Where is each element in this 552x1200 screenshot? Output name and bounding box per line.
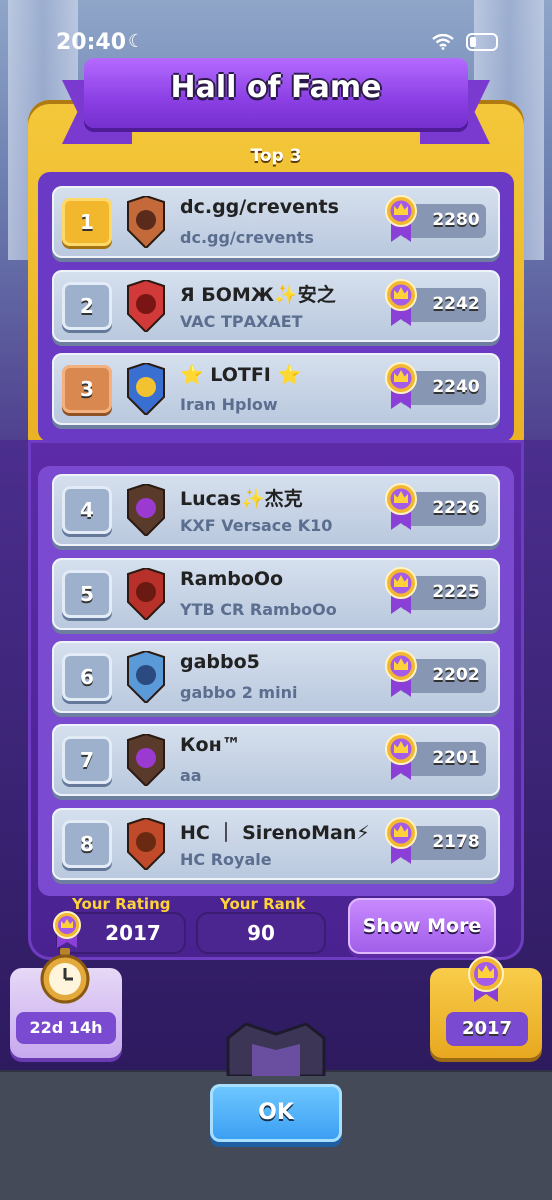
- crown-medal-icon: [385, 483, 417, 530]
- crown-medal-icon: [385, 279, 417, 326]
- stopwatch-icon: [40, 948, 90, 1004]
- leaderboard-row[interactable]: 6 gabbo5 gabbo 2 mini 2202: [52, 641, 500, 713]
- rank-number: 6: [62, 653, 112, 701]
- season-timer-value: 22d 14h: [16, 1012, 116, 1044]
- player-name: Lucas✨杰克: [180, 488, 303, 510]
- purple-drop-clan-badge-icon: [127, 484, 165, 536]
- leaderboard-row[interactable]: 2 Я БОМЖ✨安之 VAC ТРАХАЕТ 2242: [52, 270, 500, 342]
- player-name: dc.gg/crevents: [180, 196, 339, 218]
- blue-star-clan-badge-icon: [127, 363, 165, 415]
- wifi-icon: [432, 34, 454, 50]
- trophy-count: 2242: [432, 294, 480, 314]
- your-rank-label: Your Rank: [220, 895, 306, 913]
- rank-number: 2: [62, 282, 112, 330]
- crown-medal-icon: [53, 911, 81, 948]
- ok-button[interactable]: OK: [210, 1084, 342, 1142]
- trophy-count: 2225: [432, 582, 480, 602]
- leaderboard-row[interactable]: 5 RamboOo YTB CR RamboOo 2225: [52, 558, 500, 630]
- your-rating-value: 2017: [105, 921, 161, 945]
- blue-tower-clan-badge-icon: [127, 651, 165, 703]
- trophy-count: 2202: [432, 665, 480, 685]
- king-avatar-icon: [127, 196, 165, 248]
- leaderboard-row[interactable]: 7 Кон™ aa 2201: [52, 724, 500, 796]
- crown-medal-icon: [385, 195, 417, 242]
- crown-medal-icon: [385, 817, 417, 864]
- battery-icon: [466, 33, 498, 51]
- clan-name: aa: [180, 766, 202, 785]
- player-name: ⭐ LOTFI ⭐: [180, 364, 302, 386]
- show-more-button[interactable]: Show More: [348, 898, 496, 954]
- crown-medal-icon: [468, 956, 504, 1002]
- purple-drop-clan-badge-icon: [127, 734, 165, 786]
- clan-name: gabbo 2 mini: [180, 683, 298, 702]
- leaderboard-row[interactable]: 1 dc.gg/crevents dc.gg/crevents 2280: [52, 186, 500, 258]
- section-label-top3: Top 3: [250, 146, 302, 166]
- player-name: RamboOo: [180, 568, 284, 590]
- crown-medal-icon: [385, 733, 417, 780]
- arena-emblem-icon: [226, 1022, 326, 1076]
- clan-name: dc.gg/crevents: [180, 228, 314, 247]
- hammer-clan-badge-icon: [127, 818, 165, 870]
- crown-medal-icon: [385, 650, 417, 697]
- trophy-count: 2280: [432, 210, 480, 230]
- leaderboard-row[interactable]: 4 Lucas✨杰克 KXF Versace K10 2226: [52, 474, 500, 546]
- red-fan-clan-badge-icon: [127, 280, 165, 332]
- clan-name: VAC ТРАХАЕТ: [180, 312, 303, 331]
- page-title: Hall of Fame: [170, 70, 382, 105]
- player-name: gabbo5: [180, 651, 260, 673]
- trophy-count: 2201: [432, 748, 480, 768]
- rank-number: 1: [62, 198, 112, 246]
- do-not-disturb-icon: ☾: [128, 31, 145, 52]
- clan-name: YTB CR RamboOo: [180, 600, 337, 619]
- trophy-count: 2240: [432, 377, 480, 397]
- player-name: HC ｜ SirenoMan⚡: [180, 822, 370, 844]
- crescent-clan-badge-icon: [127, 568, 165, 620]
- leaderboard-row[interactable]: 3 ⭐ LOTFI ⭐ Iran Hplow 2240: [52, 353, 500, 425]
- rank-number: 5: [62, 570, 112, 618]
- trophy-count: 2226: [432, 498, 480, 518]
- your-rank-value: 90: [196, 912, 326, 954]
- your-rating-label: Your Rating: [72, 895, 171, 913]
- rating-card-value: 2017: [446, 1012, 528, 1046]
- rank-number: 7: [62, 736, 112, 784]
- clan-name: KXF Versace K10: [180, 516, 333, 535]
- crown-medal-icon: [385, 362, 417, 409]
- player-name: Кон™: [180, 734, 241, 756]
- rank-number: 8: [62, 820, 112, 868]
- leaderboard-row[interactable]: 8 HC ｜ SirenoMan⚡ HC Royale 2178: [52, 808, 500, 880]
- trophy-count: 2178: [432, 832, 480, 852]
- crown-medal-icon: [385, 567, 417, 614]
- status-time: 20:40: [56, 30, 127, 55]
- player-name: Я БОМЖ✨安之: [180, 284, 336, 306]
- rank-number: 3: [62, 365, 112, 413]
- clan-name: HC Royale: [180, 850, 272, 869]
- rank-number: 4: [62, 486, 112, 534]
- clan-name: Iran Hplow: [180, 395, 278, 414]
